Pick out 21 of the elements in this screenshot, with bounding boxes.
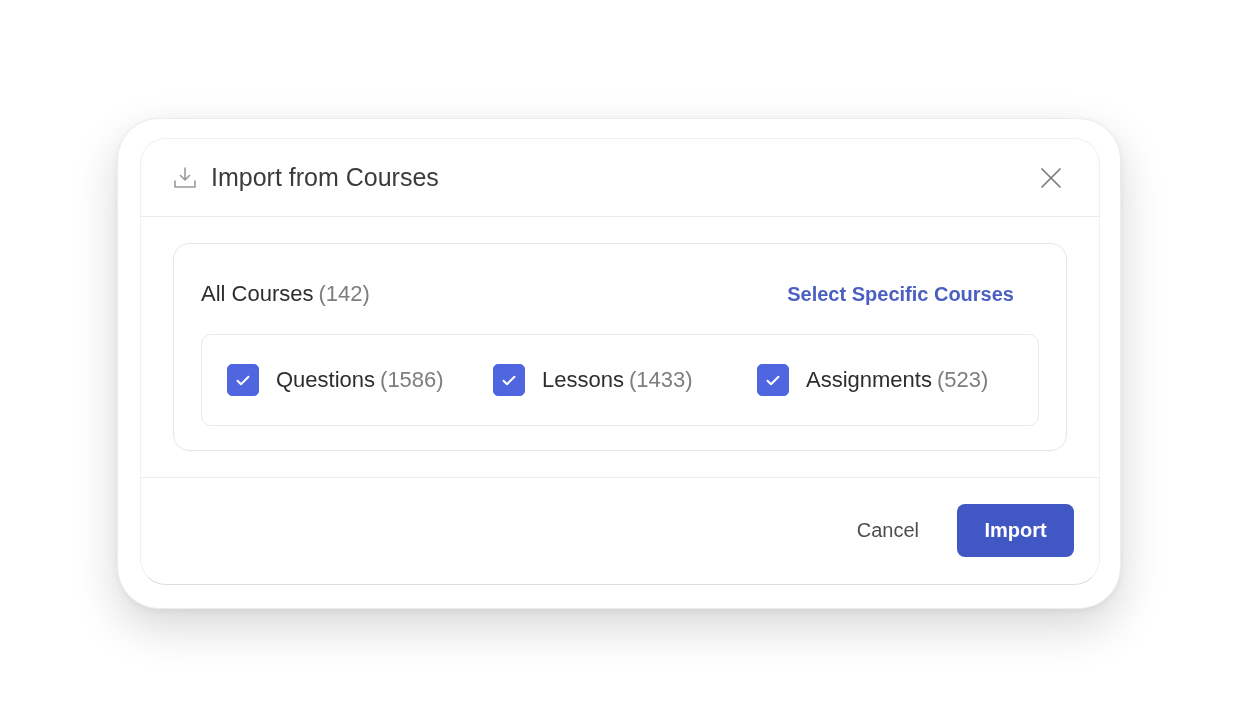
download-icon bbox=[173, 165, 197, 190]
content-type-label: Assignments bbox=[806, 367, 932, 393]
select-specific-link[interactable]: Select Specific Courses bbox=[787, 282, 1014, 306]
source-count: (142) bbox=[318, 281, 370, 307]
check-icon bbox=[502, 374, 516, 386]
close-icon bbox=[1041, 167, 1061, 188]
check-icon bbox=[236, 374, 250, 386]
content-type-label: Lessons bbox=[542, 367, 624, 393]
content-type-count: (1586) bbox=[380, 367, 444, 393]
checkbox[interactable] bbox=[493, 364, 525, 396]
content-type-count: (523) bbox=[936, 367, 989, 393]
close-button[interactable] bbox=[1041, 167, 1061, 188]
dialog-title: Import from Courses bbox=[211, 163, 439, 192]
check-icon bbox=[766, 374, 780, 386]
content-type-count: (1433) bbox=[628, 367, 693, 393]
cancel-button[interactable]: Cancel bbox=[848, 504, 927, 557]
import-button[interactable]: Import bbox=[957, 504, 1074, 557]
source-label: All Courses bbox=[201, 281, 314, 307]
content-type-label: Questions bbox=[276, 367, 376, 393]
checkbox[interactable] bbox=[227, 364, 259, 396]
checkbox[interactable] bbox=[757, 364, 789, 396]
